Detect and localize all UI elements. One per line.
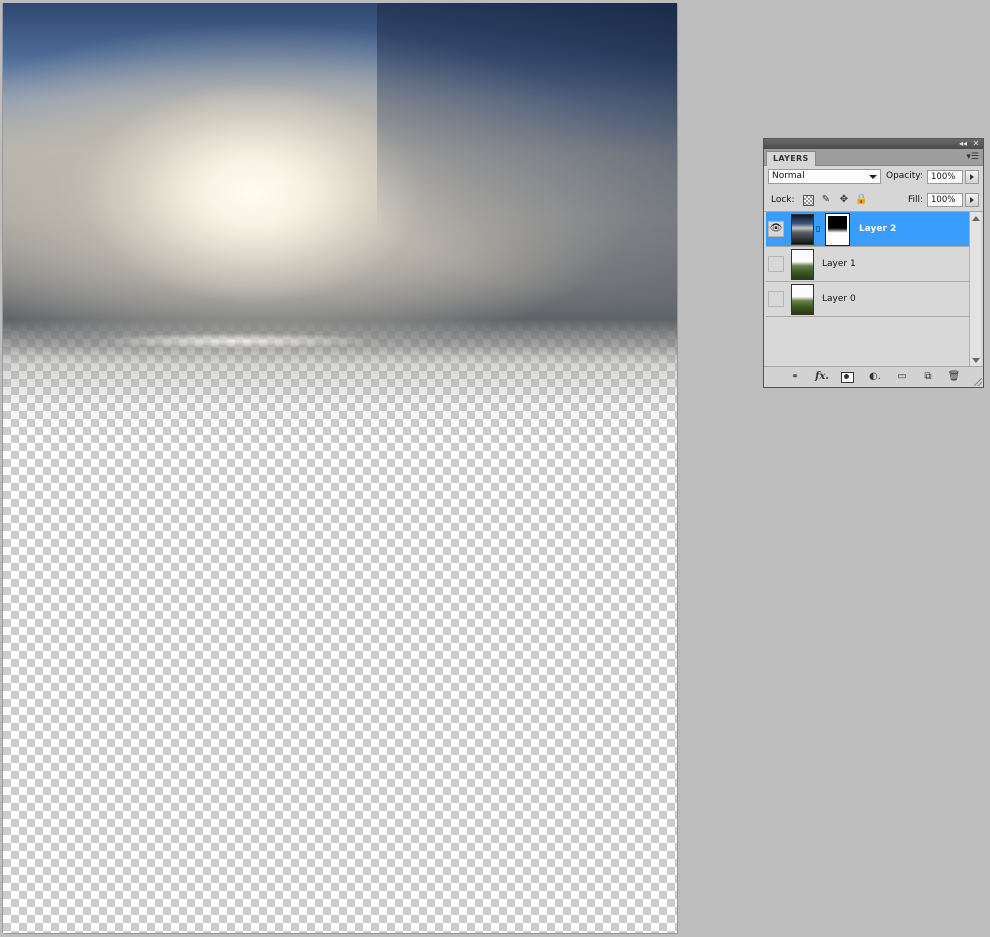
chevron-down-icon xyxy=(869,175,877,179)
mask-link-icon[interactable]: ▯ xyxy=(816,224,820,233)
opacity-field[interactable]: 100% xyxy=(927,170,963,184)
sky-shade-overlay xyxy=(377,3,677,343)
panel-menu-icon[interactable]: ▾☰ xyxy=(966,152,979,162)
lock-image-pixels-icon[interactable]: ✎ xyxy=(820,194,832,206)
lock-row: Lock: ✎ ✥ 🔒 Fill: 100% xyxy=(764,189,983,212)
adjustment-layer-icon[interactable]: ◐. xyxy=(867,370,883,384)
photoshop-workspace: ◂◂ ✕ LAYERS ▾☰ Normal Opacity: 100% Lock… xyxy=(0,0,990,937)
layer-thumbnail[interactable] xyxy=(791,249,814,280)
layer-list-scrollbar[interactable] xyxy=(969,212,981,367)
layer-row-layer-1[interactable]: Layer 1 xyxy=(766,247,969,282)
layer-name[interactable]: Layer 1 xyxy=(822,259,856,269)
panel-footer: ⚭ fx. ◐. ▭ ⧉ 🗑 xyxy=(764,366,983,387)
close-panel-icon[interactable]: ✕ xyxy=(970,139,982,149)
lock-all-icon[interactable]: 🔒 xyxy=(855,194,867,206)
lock-transparency-icon[interactable] xyxy=(803,195,814,206)
layer-thumbnail[interactable] xyxy=(791,214,814,245)
fill-slider-button[interactable] xyxy=(965,193,979,207)
resize-grip-icon[interactable] xyxy=(974,378,982,386)
opacity-label: Opacity: xyxy=(886,171,923,181)
blend-mode-select[interactable]: Normal xyxy=(768,169,881,184)
layer-name[interactable]: Layer 0 xyxy=(822,294,856,304)
collapse-panel-icon[interactable]: ◂◂ xyxy=(957,139,969,149)
scroll-down-icon[interactable] xyxy=(972,358,980,363)
lock-label: Lock: xyxy=(771,195,795,205)
layer-row-layer-0[interactable]: Layer 0 xyxy=(766,282,969,317)
opacity-slider-button[interactable] xyxy=(965,170,979,184)
new-group-folder-icon[interactable]: ▭ xyxy=(895,370,909,384)
layer-row-layer-2[interactable]: 👁 ▯ Layer 2 xyxy=(766,212,969,247)
blend-mode-value: Normal xyxy=(772,171,805,181)
layers-panel: ◂◂ ✕ LAYERS ▾☰ Normal Opacity: 100% Lock… xyxy=(763,138,984,388)
layer-thumbnail[interactable] xyxy=(791,284,814,315)
link-layers-icon[interactable]: ⚭ xyxy=(786,370,804,384)
lock-position-icon[interactable]: ✥ xyxy=(838,194,850,206)
document-canvas[interactable] xyxy=(3,3,677,933)
new-layer-icon[interactable]: ⧉ xyxy=(921,370,935,384)
layer-mask-thumbnail[interactable] xyxy=(825,213,850,246)
blend-row: Normal Opacity: 100% xyxy=(764,166,983,188)
layer-style-fx-icon[interactable]: fx. xyxy=(813,370,831,384)
delete-layer-trash-icon[interactable]: 🗑 xyxy=(947,370,961,384)
visibility-eye-icon[interactable]: 👁 xyxy=(768,221,784,237)
visibility-toggle[interactable] xyxy=(768,256,784,272)
visibility-toggle[interactable] xyxy=(768,291,784,307)
layer-list: 👁 ▯ Layer 2 Layer 1 Layer 0 xyxy=(766,212,969,367)
scroll-up-icon[interactable] xyxy=(972,216,980,221)
layer-name[interactable]: Layer 2 xyxy=(859,224,896,234)
tab-layers[interactable]: LAYERS xyxy=(766,151,816,166)
add-layer-mask-icon[interactable] xyxy=(840,370,854,384)
panel-titlebar[interactable]: ◂◂ ✕ xyxy=(764,139,983,149)
panel-tab-strip: LAYERS ▾☰ xyxy=(764,149,983,166)
fill-field[interactable]: 100% xyxy=(927,193,963,207)
fill-label: Fill: xyxy=(908,195,924,205)
